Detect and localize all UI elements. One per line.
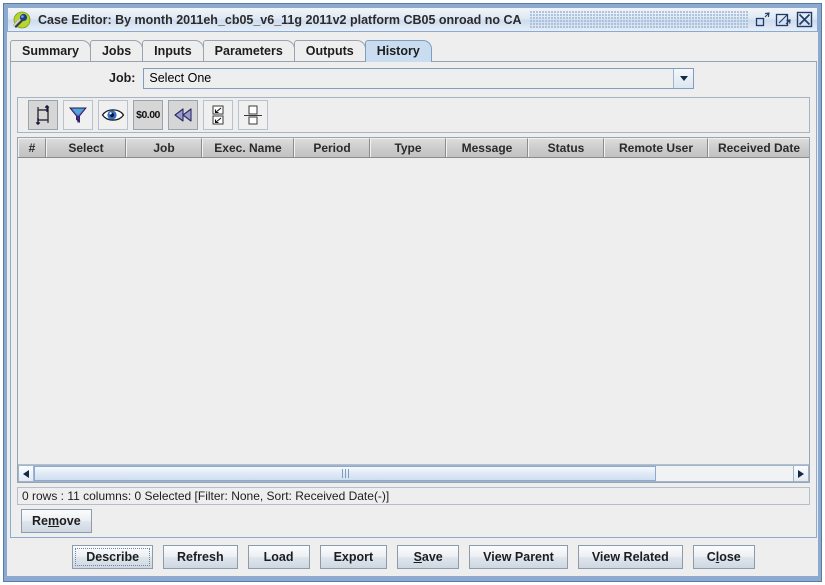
horizontal-scrollbar[interactable] <box>18 464 809 482</box>
table-status-bar: 0 rows : 11 columns: 0 Selected [Filter:… <box>17 487 810 505</box>
case-editor-window: Case Editor: By month 2011eh_cb05_v6_11g… <box>3 3 822 582</box>
button-label: View Parent <box>483 550 554 564</box>
scrollbar-thumb[interactable] <box>34 466 657 481</box>
tab-inputs[interactable]: Inputs <box>142 40 204 62</box>
remove-button-label: Re <box>32 514 48 528</box>
table-column-header-label: Exec. Name <box>214 141 282 155</box>
chevron-down-icon[interactable] <box>673 68 693 88</box>
dialog-button-bar: Describe Refresh Load Export Save View Parent… <box>10 538 817 576</box>
table-body[interactable] <box>18 158 809 464</box>
rewind-icon <box>171 105 195 125</box>
sort-columns-button[interactable] <box>28 100 58 130</box>
table-column-header-label: Received Date <box>717 141 801 155</box>
close-icon[interactable] <box>796 11 813 28</box>
case-editor-icon <box>11 11 31 29</box>
scroll-left-icon[interactable] <box>18 465 34 482</box>
view-related-button[interactable]: View Related <box>577 545 683 569</box>
table-column-header[interactable]: # <box>18 138 46 157</box>
table-column-header-label: Select <box>68 141 104 155</box>
split-horizontal-button[interactable] <box>238 100 268 130</box>
show-hide-button[interactable] <box>98 100 128 130</box>
tab-bar: Summary Jobs Inputs Parameters Outputs H… <box>10 40 817 62</box>
table-column-header-label: Remote User <box>618 141 694 155</box>
button-label: Refresh <box>177 550 224 564</box>
table-header-row: # Select Job Exec. Name Period Type Message Sta… <box>18 138 809 158</box>
scroll-right-icon[interactable] <box>793 465 809 482</box>
maximize-icon[interactable] <box>775 11 792 28</box>
table-column-header-label: Status <box>547 141 585 155</box>
tab-jobs[interactable]: Jobs <box>89 40 144 62</box>
tab-summary-label: Summary <box>22 44 79 58</box>
minimize-icon[interactable] <box>754 11 771 28</box>
table-column-header-label: Period <box>313 141 351 155</box>
tab-inputs-label: Inputs <box>154 44 192 58</box>
table-column-header[interactable]: Message <box>446 138 528 157</box>
table-column-header[interactable]: Received Date <box>708 138 809 157</box>
view-parent-button[interactable]: View Parent <box>469 545 568 569</box>
eye-icon <box>101 106 125 124</box>
button-label-post: ave <box>421 550 443 564</box>
scrollbar-grip <box>341 469 349 478</box>
job-label: Job: <box>109 71 136 85</box>
job-selector-row: Job: Select One <box>11 62 816 94</box>
button-label: C <box>706 550 716 564</box>
split-vertical-icon <box>209 104 227 126</box>
remove-button-label-post: ove <box>59 514 81 528</box>
table-column-header-label: Type <box>394 141 422 155</box>
button-mnemonic: S <box>413 550 422 564</box>
tab-summary[interactable]: Summary <box>10 40 91 62</box>
table-column-header[interactable]: Job <box>126 138 202 157</box>
table-column-header[interactable]: Period <box>294 138 370 157</box>
sort-columns-icon <box>32 104 54 126</box>
format-button[interactable]: $0.00 <box>133 100 163 130</box>
close-button[interactable]: Close <box>692 545 755 569</box>
table-column-header[interactable]: Type <box>370 138 446 157</box>
tab-parameters[interactable]: Parameters <box>202 40 295 62</box>
split-vertical-button[interactable] <box>203 100 233 130</box>
filter-button[interactable] <box>63 100 93 130</box>
table-column-header[interactable]: Status <box>528 138 604 157</box>
export-button[interactable]: Export <box>319 545 388 569</box>
history-table: # Select Job Exec. Name Period Type Message Sta… <box>17 137 810 483</box>
button-label-post: ose <box>719 550 741 564</box>
table-column-header[interactable]: Exec. Name <box>202 138 294 157</box>
tab-parameters-label: Parameters <box>214 44 283 58</box>
split-horizontal-icon <box>243 104 263 126</box>
table-toolbar: $0.00 <box>17 97 810 133</box>
table-column-header[interactable]: Remote User <box>604 138 708 157</box>
funnel-icon <box>67 104 89 126</box>
job-select-value: Select One <box>149 70 212 85</box>
rewind-button[interactable] <box>168 100 198 130</box>
remove-button[interactable]: Remove <box>21 509 92 533</box>
window-title: Case Editor: By month 2011eh_cb05_v6_11g… <box>38 12 522 27</box>
table-column-header[interactable]: Select <box>46 138 126 157</box>
remove-button-mnemonic: m <box>47 514 60 528</box>
window-bottom-rule <box>7 576 818 578</box>
table-column-header-label: Job <box>153 141 175 155</box>
describe-button[interactable]: Describe <box>72 545 154 569</box>
history-panel: Job: Select One $0.00 # Select Job Exec.… <box>10 62 817 538</box>
tab-history-label: History <box>376 44 420 58</box>
refresh-button[interactable]: Refresh <box>163 545 238 569</box>
tab-jobs-label: Jobs <box>101 44 132 58</box>
tab-outputs[interactable]: Outputs <box>293 40 366 62</box>
save-button[interactable]: Save <box>397 545 460 569</box>
button-label: Export <box>333 550 374 564</box>
tab-outputs-label: Outputs <box>305 44 354 58</box>
table-column-header-label: Message <box>461 141 513 155</box>
load-button[interactable]: Load <box>247 545 310 569</box>
title-bar[interactable]: Case Editor: By month 2011eh_cb05_v6_11g… <box>7 7 818 32</box>
table-column-header-label: # <box>28 141 36 155</box>
job-select[interactable]: Select One <box>143 67 694 89</box>
button-label: Load <box>263 550 294 564</box>
remove-row: Remove <box>11 505 816 537</box>
scrollbar-track[interactable] <box>34 465 793 482</box>
button-label: View Related <box>591 550 669 564</box>
button-label: Describe <box>86 550 140 564</box>
titlebar-texture <box>529 11 748 28</box>
currency-icon: $0.00 <box>136 109 160 121</box>
tab-history[interactable]: History <box>364 40 432 62</box>
